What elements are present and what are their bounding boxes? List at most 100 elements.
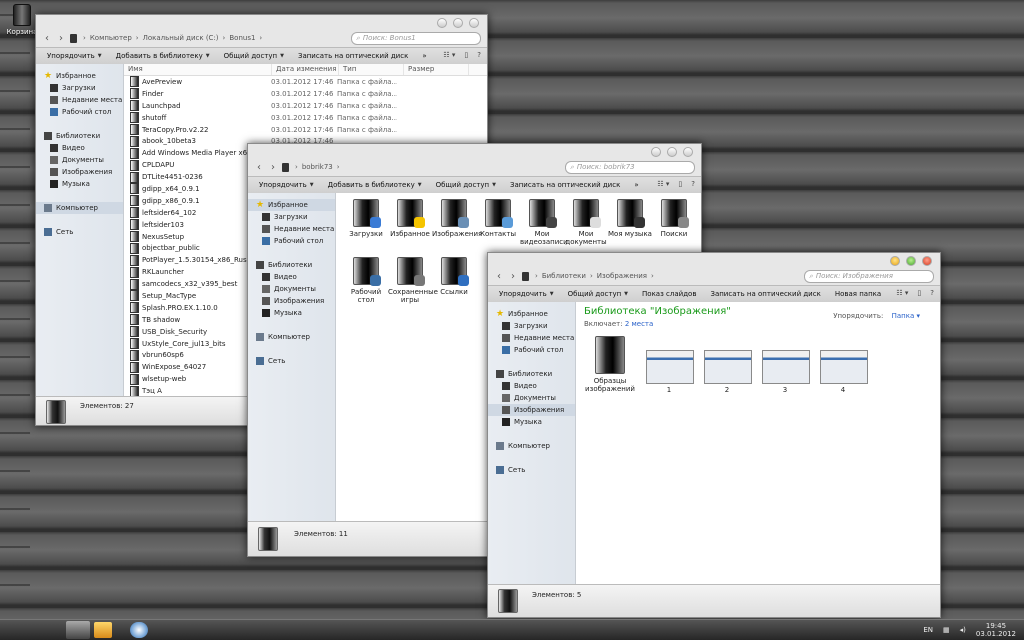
- folder-item[interactable]: Мои документы: [564, 199, 608, 246]
- table-row[interactable]: Launchpad 03.01.2012 17:46 Папка с файла..…: [124, 100, 487, 112]
- forward-arrow-icon[interactable]: ›: [268, 162, 278, 173]
- folder-item[interactable]: Избранное: [388, 199, 432, 238]
- burn-disc-button[interactable]: Записать на оптический диск: [703, 290, 827, 298]
- paint-icon[interactable]: [130, 622, 148, 638]
- more-commands-button[interactable]: »: [415, 52, 433, 60]
- sidebar-item-documents[interactable]: Документы: [488, 392, 575, 404]
- sidebar-item-libraries[interactable]: Библиотеки: [488, 368, 575, 380]
- includes-locations-link[interactable]: 2 места: [625, 320, 653, 328]
- sidebar-item-favorites[interactable]: ★ Избранное: [488, 308, 575, 320]
- sidebar-item-recent[interactable]: Недавние места: [488, 332, 575, 344]
- column-header-size[interactable]: Размер: [404, 64, 469, 75]
- organize-button[interactable]: Упорядочить ▼: [492, 290, 561, 298]
- breadcrumb[interactable]: › bobrik73 ›: [282, 162, 561, 172]
- new-folder-button[interactable]: Новая папка: [828, 290, 888, 298]
- breadcrumb[interactable]: › Компьютер › Локальный диск (C:) › Bonus1…: [70, 33, 347, 43]
- column-header-date[interactable]: Дата изменения: [272, 64, 339, 75]
- table-row[interactable]: shutoff 03.01.2012 17:46 Папка с файла...: [124, 112, 487, 124]
- sidebar-item-network[interactable]: Сеть: [488, 464, 575, 476]
- clock[interactable]: 19:45 03.01.2012: [976, 622, 1016, 638]
- close-button[interactable]: [922, 256, 932, 266]
- forward-arrow-icon[interactable]: ›: [508, 271, 518, 282]
- search-input[interactable]: ⌕ Поиск: bobrik73: [565, 160, 695, 174]
- breadcrumb-item[interactable]: Изображения: [597, 272, 647, 280]
- back-arrow-icon[interactable]: ‹: [254, 162, 264, 173]
- table-row[interactable]: AvePreview 03.01.2012 17:46 Папка с файла.…: [124, 76, 487, 88]
- table-row[interactable]: Finder 03.01.2012 17:46 Папка с файла...: [124, 88, 487, 100]
- image-thumbnail[interactable]: [820, 350, 868, 384]
- more-commands-button[interactable]: »: [627, 181, 645, 189]
- maximize-button[interactable]: [906, 256, 916, 266]
- share-button[interactable]: Общий доступ ▼: [217, 52, 291, 60]
- title-bar[interactable]: [488, 253, 940, 267]
- burn-disc-button[interactable]: Записать на оптический диск: [503, 181, 627, 189]
- network-tray-icon[interactable]: ▦: [943, 626, 950, 634]
- folder-item[interactable]: Контакты: [476, 199, 520, 238]
- share-button[interactable]: Общий доступ ▼: [561, 290, 635, 298]
- sidebar-item-network[interactable]: Сеть: [248, 355, 335, 367]
- sidebar-item-recent[interactable]: Недавние места: [36, 94, 123, 106]
- search-input[interactable]: ⌕ Поиск: Bonus1: [351, 31, 481, 45]
- column-header-name[interactable]: Имя: [124, 64, 272, 75]
- sidebar-item-computer[interactable]: Компьютер: [36, 202, 123, 214]
- maximize-button[interactable]: [453, 18, 463, 28]
- help-icon[interactable]: ?: [930, 289, 934, 297]
- folder-item[interactable]: Поиски: [652, 199, 696, 238]
- title-bar[interactable]: [248, 144, 701, 158]
- sidebar-item-downloads[interactable]: Загрузки: [36, 82, 123, 94]
- image-thumbnail[interactable]: [762, 350, 810, 384]
- sidebar-item-recent[interactable]: Недавние места: [248, 223, 335, 235]
- sidebar-item-pictures[interactable]: Изображения: [488, 404, 575, 416]
- preview-pane-icon[interactable]: ▯: [917, 289, 921, 297]
- maximize-button[interactable]: [667, 147, 677, 157]
- share-button[interactable]: Общий доступ ▼: [429, 181, 503, 189]
- sidebar-item-pictures[interactable]: Изображения: [248, 295, 335, 307]
- explorer-window-pictures[interactable]: ‹ › › Библиотеки › Изображения › ⌕ Поиск: И…: [487, 252, 941, 618]
- view-options-icon[interactable]: ☷ ▾: [896, 289, 908, 297]
- sidebar-item-video[interactable]: Видео: [488, 380, 575, 392]
- title-bar[interactable]: [36, 15, 487, 29]
- sidebar-item-network[interactable]: Сеть: [36, 226, 123, 238]
- breadcrumb-item[interactable]: bobrik73: [302, 163, 333, 171]
- sidebar-item-documents[interactable]: Документы: [36, 154, 123, 166]
- sample-pictures-folder[interactable]: Образцы изображений: [582, 336, 638, 393]
- folder-item[interactable]: Моя музыка: [608, 199, 652, 238]
- image-thumbnail[interactable]: [646, 350, 694, 384]
- folder-item[interactable]: Ссылки: [432, 257, 476, 296]
- sidebar-item-libraries[interactable]: Библиотеки: [36, 130, 123, 142]
- sidebar-item-downloads[interactable]: Загрузки: [248, 211, 335, 223]
- add-to-library-button[interactable]: Добавить в библиотеку ▼: [109, 52, 217, 60]
- sidebar-item-desktop[interactable]: Рабочий стол: [488, 344, 575, 356]
- start-button[interactable]: [66, 621, 90, 639]
- volume-icon[interactable]: ◂): [960, 626, 966, 634]
- close-button[interactable]: [469, 18, 479, 28]
- sidebar-item-pictures[interactable]: Изображения: [36, 166, 123, 178]
- table-row[interactable]: TeraCopy.Pro.v2.22 03.01.2012 17:46 Папка …: [124, 124, 487, 136]
- folder-item[interactable]: Изображения: [432, 199, 482, 238]
- sidebar-item-computer[interactable]: Компьютер: [488, 440, 575, 452]
- minimize-button[interactable]: [890, 256, 900, 266]
- help-icon[interactable]: ?: [691, 180, 695, 188]
- search-input[interactable]: ⌕ Поиск: Изображения: [804, 269, 934, 283]
- view-options-icon[interactable]: ☷ ▾: [657, 180, 669, 188]
- image-thumbnail[interactable]: [704, 350, 752, 384]
- media-player-icon[interactable]: [94, 622, 112, 638]
- back-arrow-icon[interactable]: ‹: [42, 33, 52, 44]
- sidebar-item-music[interactable]: Музыка: [488, 416, 575, 428]
- sidebar-item-downloads[interactable]: Загрузки: [488, 320, 575, 332]
- breadcrumb-item[interactable]: Bonus1: [229, 34, 255, 42]
- slideshow-button[interactable]: Показ слайдов: [635, 290, 703, 298]
- organize-button[interactable]: Упорядочить ▼: [40, 52, 109, 60]
- minimize-button[interactable]: [437, 18, 447, 28]
- sidebar-item-favorites[interactable]: ★ Избранное: [248, 199, 335, 211]
- folder-item[interactable]: Рабочий стол: [344, 257, 388, 304]
- address-bar[interactable]: ‹ › › bobrik73 › ⌕ Поиск: bobrik73: [248, 158, 701, 176]
- preview-pane-icon[interactable]: ▯: [678, 180, 682, 188]
- arrange-dropdown[interactable]: Папка ▾: [892, 312, 920, 320]
- forward-arrow-icon[interactable]: ›: [56, 33, 66, 44]
- add-to-library-button[interactable]: Добавить в библиотеку ▼: [321, 181, 429, 189]
- minimize-button[interactable]: [651, 147, 661, 157]
- organize-button[interactable]: Упорядочить ▼: [252, 181, 321, 189]
- address-bar[interactable]: ‹ › › Библиотеки › Изображения › ⌕ Поиск: И…: [488, 267, 940, 285]
- breadcrumb-item[interactable]: Компьютер: [90, 34, 132, 42]
